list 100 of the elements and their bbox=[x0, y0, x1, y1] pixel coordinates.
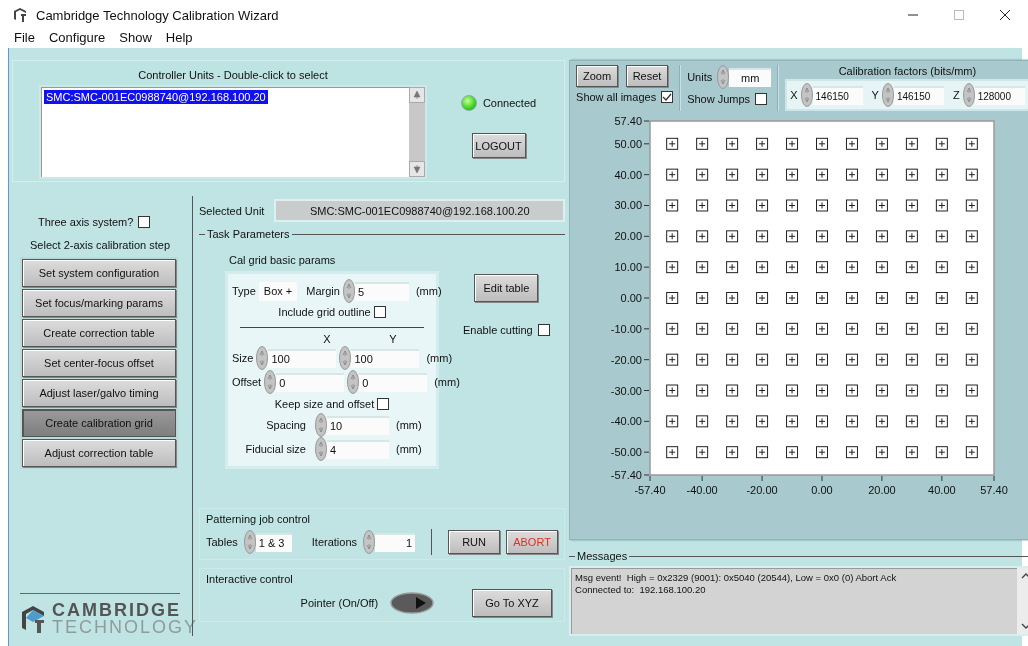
step-button[interactable]: Create calibration grid bbox=[22, 409, 176, 437]
spinner-icon[interactable] bbox=[256, 346, 269, 371]
reset-button[interactable]: Reset bbox=[626, 65, 669, 87]
group-title: Patterning job control bbox=[206, 513, 311, 525]
fiducial-marker bbox=[905, 261, 918, 274]
fiducial-marker bbox=[935, 230, 948, 243]
fiducial-marker bbox=[846, 292, 858, 304]
logout-button[interactable]: LOGOUT bbox=[471, 133, 526, 158]
spinner-icon[interactable] bbox=[315, 413, 327, 437]
step-button[interactable]: Set system configuration bbox=[22, 259, 176, 287]
fiducial-marker bbox=[846, 415, 858, 428]
edit-table-button[interactable]: Edit table bbox=[474, 274, 539, 302]
number-field[interactable]: 1 & 3 bbox=[255, 532, 292, 552]
checkbox-label: Show Jumps bbox=[687, 93, 751, 105]
menu-item[interactable]: Show bbox=[119, 30, 152, 45]
number-field[interactable]: mm bbox=[729, 67, 772, 87]
list-item[interactable]: SMC:SMC-001EC0988740@192.168.100.20 bbox=[44, 90, 268, 104]
spinner-icon[interactable] bbox=[881, 83, 894, 107]
fiducial-marker bbox=[696, 199, 709, 212]
fiducial-marker bbox=[876, 230, 888, 243]
fiducial-marker bbox=[726, 415, 739, 428]
step-button[interactable]: Adjust correction table bbox=[22, 439, 176, 467]
number-field[interactable]: 146150 bbox=[812, 85, 863, 105]
number-field[interactable]: 100 bbox=[268, 348, 337, 368]
spinner-icon[interactable] bbox=[342, 279, 355, 303]
axis-label: Z bbox=[952, 89, 960, 101]
fiducial-marker bbox=[905, 230, 918, 243]
fiducial-marker bbox=[666, 168, 679, 181]
spinner-icon[interactable] bbox=[717, 65, 730, 89]
unit-list[interactable]: SMC:SMC-001EC0988740@192.168.100.20 bbox=[39, 85, 427, 179]
fiducial-marker bbox=[666, 384, 679, 397]
field-label: Fiducial size bbox=[244, 443, 306, 455]
checkbox-label: Three axis system? bbox=[38, 216, 134, 228]
step-button[interactable]: Set center-focus offset bbox=[22, 349, 176, 377]
fiducial-marker bbox=[726, 199, 739, 212]
fiducial-marker bbox=[756, 230, 769, 243]
checkbox[interactable] bbox=[661, 91, 674, 103]
checkbox[interactable] bbox=[537, 324, 550, 336]
zoom-button[interactable]: Zoom bbox=[576, 65, 619, 87]
fiducial-marker bbox=[726, 322, 739, 335]
fiducial-marker bbox=[876, 384, 888, 397]
chevron-up-icon[interactable] bbox=[1020, 572, 1028, 580]
fiducial-marker bbox=[816, 137, 829, 150]
scrollbar[interactable] bbox=[409, 87, 425, 177]
chevron-down-icon[interactable] bbox=[1020, 622, 1028, 630]
scroll-down-icon[interactable] bbox=[410, 162, 424, 176]
toggle-switch[interactable] bbox=[390, 592, 435, 614]
go-to-xyz-button[interactable]: Go To XYZ bbox=[472, 589, 553, 617]
fiducial-marker bbox=[756, 137, 769, 150]
spinner-icon[interactable] bbox=[800, 83, 813, 107]
fiducial-marker bbox=[666, 137, 679, 150]
run-button[interactable]: RUN bbox=[448, 530, 501, 554]
number-field[interactable]: 4 bbox=[327, 439, 389, 459]
fiducial-marker bbox=[726, 168, 739, 181]
axis-tick-label: -50.00 bbox=[610, 446, 643, 459]
checkbox[interactable] bbox=[138, 216, 151, 228]
number-field[interactable]: 1 bbox=[375, 532, 416, 552]
checkbox[interactable] bbox=[377, 397, 390, 410]
step-button[interactable]: Set focus/marking params bbox=[22, 289, 176, 317]
fiducial-marker bbox=[696, 137, 709, 150]
fiducial-marker bbox=[965, 230, 978, 243]
fiducial-marker bbox=[876, 292, 888, 304]
number-field[interactable]: 10 bbox=[327, 415, 389, 435]
menu-item[interactable]: Help bbox=[165, 30, 193, 45]
number-field[interactable]: 146150 bbox=[893, 85, 944, 105]
fiducial-marker bbox=[816, 292, 829, 304]
menu-item[interactable]: File bbox=[14, 30, 35, 45]
fiducial-marker bbox=[965, 261, 978, 274]
spinner-icon[interactable] bbox=[264, 370, 277, 395]
column-label: Y bbox=[388, 333, 398, 346]
spinner-icon[interactable] bbox=[363, 530, 376, 554]
field-label: Iterations bbox=[311, 536, 358, 548]
fiducial-marker bbox=[666, 199, 679, 212]
number-field[interactable]: 0 bbox=[276, 372, 345, 392]
fiducial-marker bbox=[816, 168, 829, 181]
spinner-icon[interactable] bbox=[243, 530, 256, 554]
number-field[interactable]: 0 bbox=[359, 372, 428, 392]
scroll-up-icon[interactable] bbox=[410, 88, 424, 102]
number-field[interactable]: 128000 bbox=[974, 85, 1025, 105]
menu-item[interactable]: Configure bbox=[48, 30, 106, 45]
checkbox[interactable] bbox=[373, 306, 386, 319]
fiducial-marker bbox=[696, 384, 709, 397]
field-label: Offset bbox=[232, 376, 262, 389]
field-label: Units bbox=[687, 71, 713, 83]
step-button[interactable]: Adjust laser/galvo timing bbox=[22, 379, 176, 407]
type-selector[interactable]: Box + bbox=[258, 281, 298, 301]
fiducial-marker bbox=[756, 199, 769, 212]
number-field[interactable]: 5 bbox=[354, 281, 409, 301]
fiducial-marker bbox=[935, 261, 948, 274]
spinner-icon[interactable] bbox=[339, 346, 352, 371]
app-logo-icon bbox=[12, 7, 28, 23]
number-field[interactable]: 100 bbox=[351, 348, 420, 368]
fiducial-marker bbox=[756, 384, 769, 397]
fiducial-marker bbox=[816, 261, 829, 274]
spinner-icon[interactable] bbox=[315, 437, 327, 461]
step-button[interactable]: Create correction table bbox=[22, 319, 176, 347]
fiducial-marker bbox=[876, 353, 888, 366]
spinner-icon[interactable] bbox=[347, 370, 360, 395]
checkbox[interactable] bbox=[755, 93, 768, 105]
spinner-icon[interactable] bbox=[962, 83, 975, 107]
